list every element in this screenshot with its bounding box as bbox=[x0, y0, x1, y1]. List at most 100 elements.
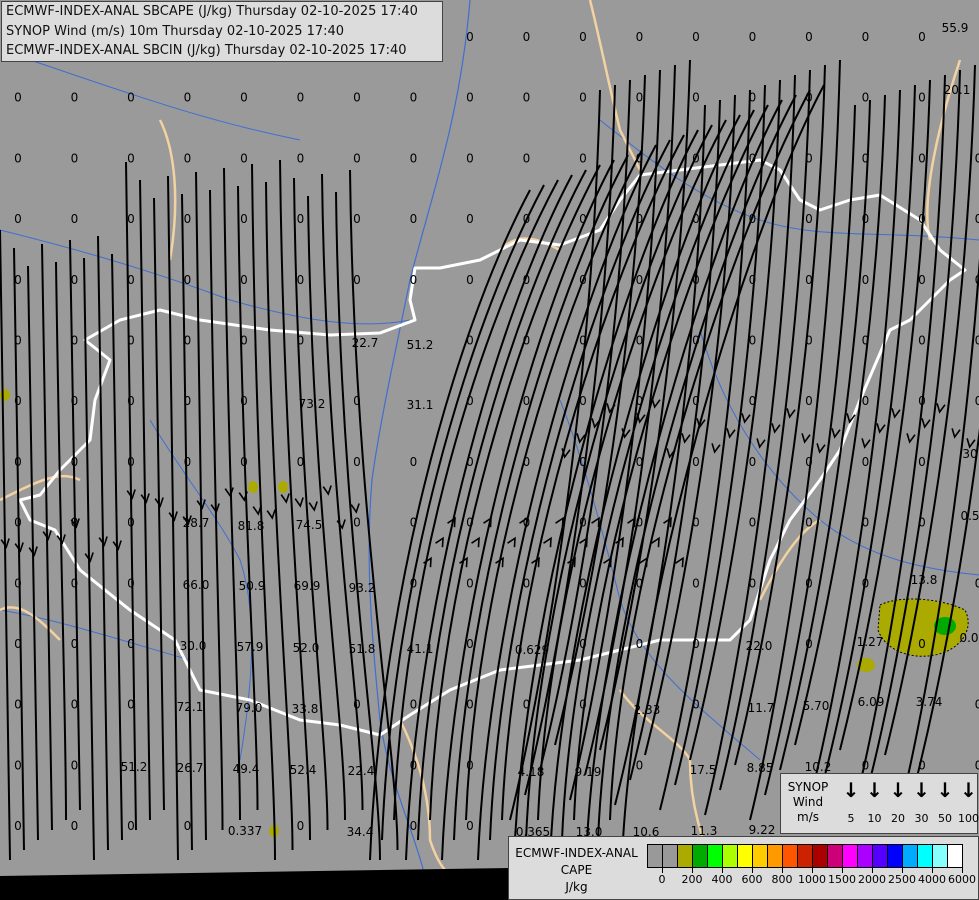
cape-zero-label: 0 bbox=[466, 576, 474, 590]
cape-zero-label: 0 bbox=[636, 30, 644, 44]
cape-value-label: 51.2 bbox=[407, 338, 434, 352]
cape-zero-label: 0 bbox=[127, 516, 135, 530]
wind-direction-arrowhead bbox=[936, 403, 946, 414]
cape-zero-label: 0 bbox=[410, 91, 418, 105]
wind-direction-arrowhead bbox=[294, 497, 304, 508]
cape-zero-label: 0 bbox=[297, 212, 305, 226]
cape-zero-label: 0 bbox=[918, 455, 926, 469]
cape-zero-label: 0 bbox=[71, 516, 79, 530]
cape-zero-label: 0 bbox=[749, 151, 757, 165]
cape-zero-label: 0 bbox=[14, 334, 22, 348]
cape-zero-label: 0 bbox=[71, 334, 79, 348]
cape-value-label: 20.1 bbox=[944, 83, 971, 97]
wind-direction-arrowhead bbox=[651, 536, 660, 548]
cape-zero-label: 0 bbox=[184, 819, 192, 833]
cape-zero-label: 0 bbox=[975, 273, 979, 287]
cape-value-label: 41.1 bbox=[407, 642, 434, 656]
cape-value-label: 13.8 bbox=[911, 573, 938, 587]
cape-zero-label: 0 bbox=[692, 698, 700, 712]
cape-zero-label: 0 bbox=[71, 576, 79, 590]
cape-value-label: 74.5 bbox=[296, 518, 323, 532]
map-title-box: ECMWF-INDEX-ANAL SBCAPE (J/kg) Thursday … bbox=[1, 1, 443, 62]
cape-zero-label: 0 bbox=[466, 698, 474, 712]
cape-value-label: 22.4 bbox=[348, 764, 375, 778]
cape-zero-label: 0 bbox=[523, 212, 531, 226]
cape-value-label: 34.4 bbox=[347, 825, 374, 839]
wind-direction-arrowhead bbox=[741, 413, 751, 424]
cape-zero-label: 0 bbox=[805, 455, 813, 469]
wind-direction-arrowhead bbox=[711, 443, 721, 454]
wind-direction-arrowhead bbox=[507, 536, 516, 548]
cape-zero-label: 0 bbox=[579, 576, 587, 590]
country-border bbox=[0, 606, 61, 641]
cape-zero-label: 0 bbox=[14, 273, 22, 287]
cape-zero-label: 0 bbox=[579, 698, 587, 712]
color-swatch bbox=[648, 845, 663, 867]
color-swatch bbox=[783, 845, 798, 867]
cape-zero-label: 0 bbox=[918, 151, 926, 165]
cape-zero-label: 0 bbox=[805, 212, 813, 226]
cape-zero-label: 0 bbox=[240, 455, 248, 469]
cape-zero-label: 0 bbox=[692, 273, 700, 287]
cape-zero-label: 0 bbox=[862, 758, 870, 772]
cape-zero-label: 0 bbox=[749, 91, 757, 105]
cape-value-label: 51.2 bbox=[121, 760, 148, 774]
cape-area bbox=[248, 481, 258, 493]
map-canvas[interactable]: 55.9 20.1 22.7 51.2 73.2 31.1 28.7 81.8 74.5 66.0… bbox=[0, 0, 979, 900]
cape-legend-title: ECMWF-INDEX-ANAL CAPE J/kg bbox=[509, 845, 644, 896]
cape-zero-label: 0 bbox=[466, 455, 474, 469]
cape-zero-label: 0 bbox=[692, 212, 700, 226]
cape-zero-label: 0 bbox=[240, 394, 248, 408]
cape-zero-label: 0 bbox=[353, 151, 361, 165]
cape-zero-label: 0 bbox=[466, 637, 474, 651]
cape-zero-label: 0 bbox=[297, 455, 305, 469]
wind-direction-arrowhead bbox=[951, 428, 961, 439]
cape-zero-label: 0 bbox=[71, 819, 79, 833]
cape-zero-label: 0 bbox=[636, 91, 644, 105]
cape-value-label: 33.8 bbox=[292, 702, 319, 716]
cape-zero-label: 0 bbox=[805, 516, 813, 530]
cape-zero-label: 0 bbox=[975, 151, 979, 165]
cape-value-label: 0.0 bbox=[959, 631, 978, 645]
cape-zero-label: 0 bbox=[127, 394, 135, 408]
cape-zero-label: 0 bbox=[466, 394, 474, 408]
wind-direction-arrowhead bbox=[322, 485, 332, 496]
cape-zero-label: 0 bbox=[692, 91, 700, 105]
wind-direction-arrowhead bbox=[435, 536, 444, 548]
cape-value-label: 3.74 bbox=[916, 695, 943, 709]
wind-direction-arrowhead bbox=[471, 536, 480, 548]
cape-zero-label: 0 bbox=[523, 91, 531, 105]
cape-zero-label: 0 bbox=[975, 394, 979, 408]
cape-zero-label: 0 bbox=[692, 30, 700, 44]
cape-zero-label: 0 bbox=[805, 576, 813, 590]
cape-zero-label: 0 bbox=[862, 334, 870, 348]
cape-zero-label: 0 bbox=[749, 334, 757, 348]
cape-value-label: 51.8 bbox=[349, 642, 376, 656]
cape-zero-label: 0 bbox=[466, 273, 474, 287]
color-swatch bbox=[918, 845, 933, 867]
cape-zero-label: 0 bbox=[523, 30, 531, 44]
cape-value-label: 81.8 bbox=[238, 519, 265, 533]
cape-zero-label: 0 bbox=[297, 91, 305, 105]
color-swatch bbox=[888, 845, 903, 867]
cape-zero-label: 0 bbox=[749, 212, 757, 226]
cape-zero-label: 0 bbox=[523, 516, 531, 530]
cape-zero-label: 0 bbox=[240, 151, 248, 165]
cape-zero-label: 0 bbox=[184, 273, 192, 287]
color-swatch bbox=[858, 845, 873, 867]
cape-zero-label: 0 bbox=[410, 758, 418, 772]
wind-direction-arrowhead bbox=[543, 536, 552, 548]
wind-direction-arrowhead bbox=[756, 438, 766, 449]
cape-zero-label: 0 bbox=[410, 819, 418, 833]
no-data-region bbox=[0, 868, 510, 900]
cape-value-label: 0.629 bbox=[515, 643, 549, 657]
cape-zero-label: 0 bbox=[240, 91, 248, 105]
cape-zero-label: 0 bbox=[918, 758, 926, 772]
cape-zero-label: 0 bbox=[14, 212, 22, 226]
cape-color-legend: ECMWF-INDEX-ANAL CAPE J/kg 0 200 400 600 800… bbox=[508, 836, 979, 900]
cape-zero-label: 0 bbox=[805, 637, 813, 651]
cape-zero-label: 0 bbox=[466, 334, 474, 348]
wind-direction-arrowhead bbox=[921, 418, 931, 429]
cape-zero-label: 0 bbox=[749, 516, 757, 530]
cape-value-label: 93.2 bbox=[349, 581, 376, 595]
